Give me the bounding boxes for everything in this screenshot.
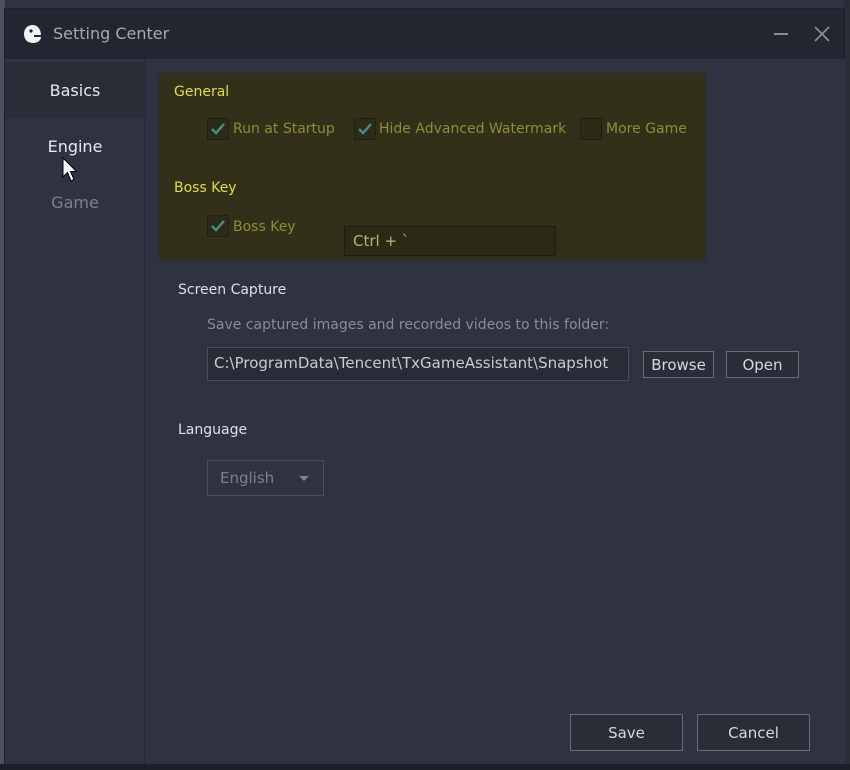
general-section-title: General [174, 84, 230, 100]
window-title: Setting Center [53, 24, 170, 43]
language-select[interactable]: English [207, 460, 324, 496]
language-selected-value: English [220, 469, 275, 487]
screen-capture-hint: Save captured images and recorded videos… [207, 317, 610, 333]
more-game-label[interactable]: More Game [606, 121, 687, 137]
desktop-background-bottom [0, 764, 850, 770]
cancel-button[interactable]: Cancel [697, 714, 810, 751]
desktop-background [0, 0, 850, 8]
sidebar-item-basics[interactable]: Basics [5, 62, 145, 118]
sidebar-item-label: Basics [49, 80, 101, 100]
checkmark-icon [211, 123, 225, 135]
close-button[interactable] [809, 21, 835, 47]
snapshot-folder-value: C:\ProgramData\Tencent\TxGameAssistant\S… [214, 354, 609, 372]
run-at-startup-label[interactable]: Run at Startup [233, 121, 335, 137]
snapshot-folder-input[interactable]: C:\ProgramData\Tencent\TxGameAssistant\S… [207, 347, 629, 381]
sidebar-item-engine[interactable]: Engine [5, 118, 145, 174]
checkmark-icon [211, 220, 225, 232]
hide-watermark-checkbox[interactable] [354, 118, 376, 140]
highlighted-region: General Run at Startup Hide Advanced Wat… [159, 73, 706, 260]
run-at-startup-checkbox[interactable] [207, 118, 229, 140]
language-section-title: Language [178, 422, 248, 438]
sidebar: Basics Engine Game [5, 59, 145, 764]
screen-capture-section-title: Screen Capture [178, 282, 287, 298]
boss-key-section-title: Boss Key [174, 180, 237, 196]
app-logo-icon [23, 24, 43, 44]
sidebar-item-label: Game [51, 192, 99, 212]
boss-key-hotkey-input[interactable]: Ctrl + ` [344, 226, 556, 256]
open-folder-button[interactable]: Open [726, 351, 799, 378]
browse-button[interactable]: Browse [643, 351, 714, 378]
boss-key-checkbox[interactable] [207, 215, 229, 237]
hide-watermark-label[interactable]: Hide Advanced Watermark [379, 121, 566, 137]
chevron-down-icon [299, 476, 309, 481]
minimize-button[interactable] [768, 21, 794, 47]
more-game-checkbox[interactable] [580, 118, 602, 140]
title-bar[interactable]: Setting Center [5, 9, 844, 59]
close-icon [814, 26, 830, 42]
setting-center-window: Setting Center Basics Engine Game Genera… [4, 8, 845, 764]
save-button[interactable]: Save [570, 714, 683, 751]
settings-content: General Run at Startup Hide Advanced Wat… [146, 59, 845, 764]
checkmark-icon [358, 123, 372, 135]
boss-key-label[interactable]: Boss Key [233, 219, 296, 235]
sidebar-item-game[interactable]: Game [5, 174, 145, 230]
sidebar-item-label: Engine [47, 136, 103, 156]
